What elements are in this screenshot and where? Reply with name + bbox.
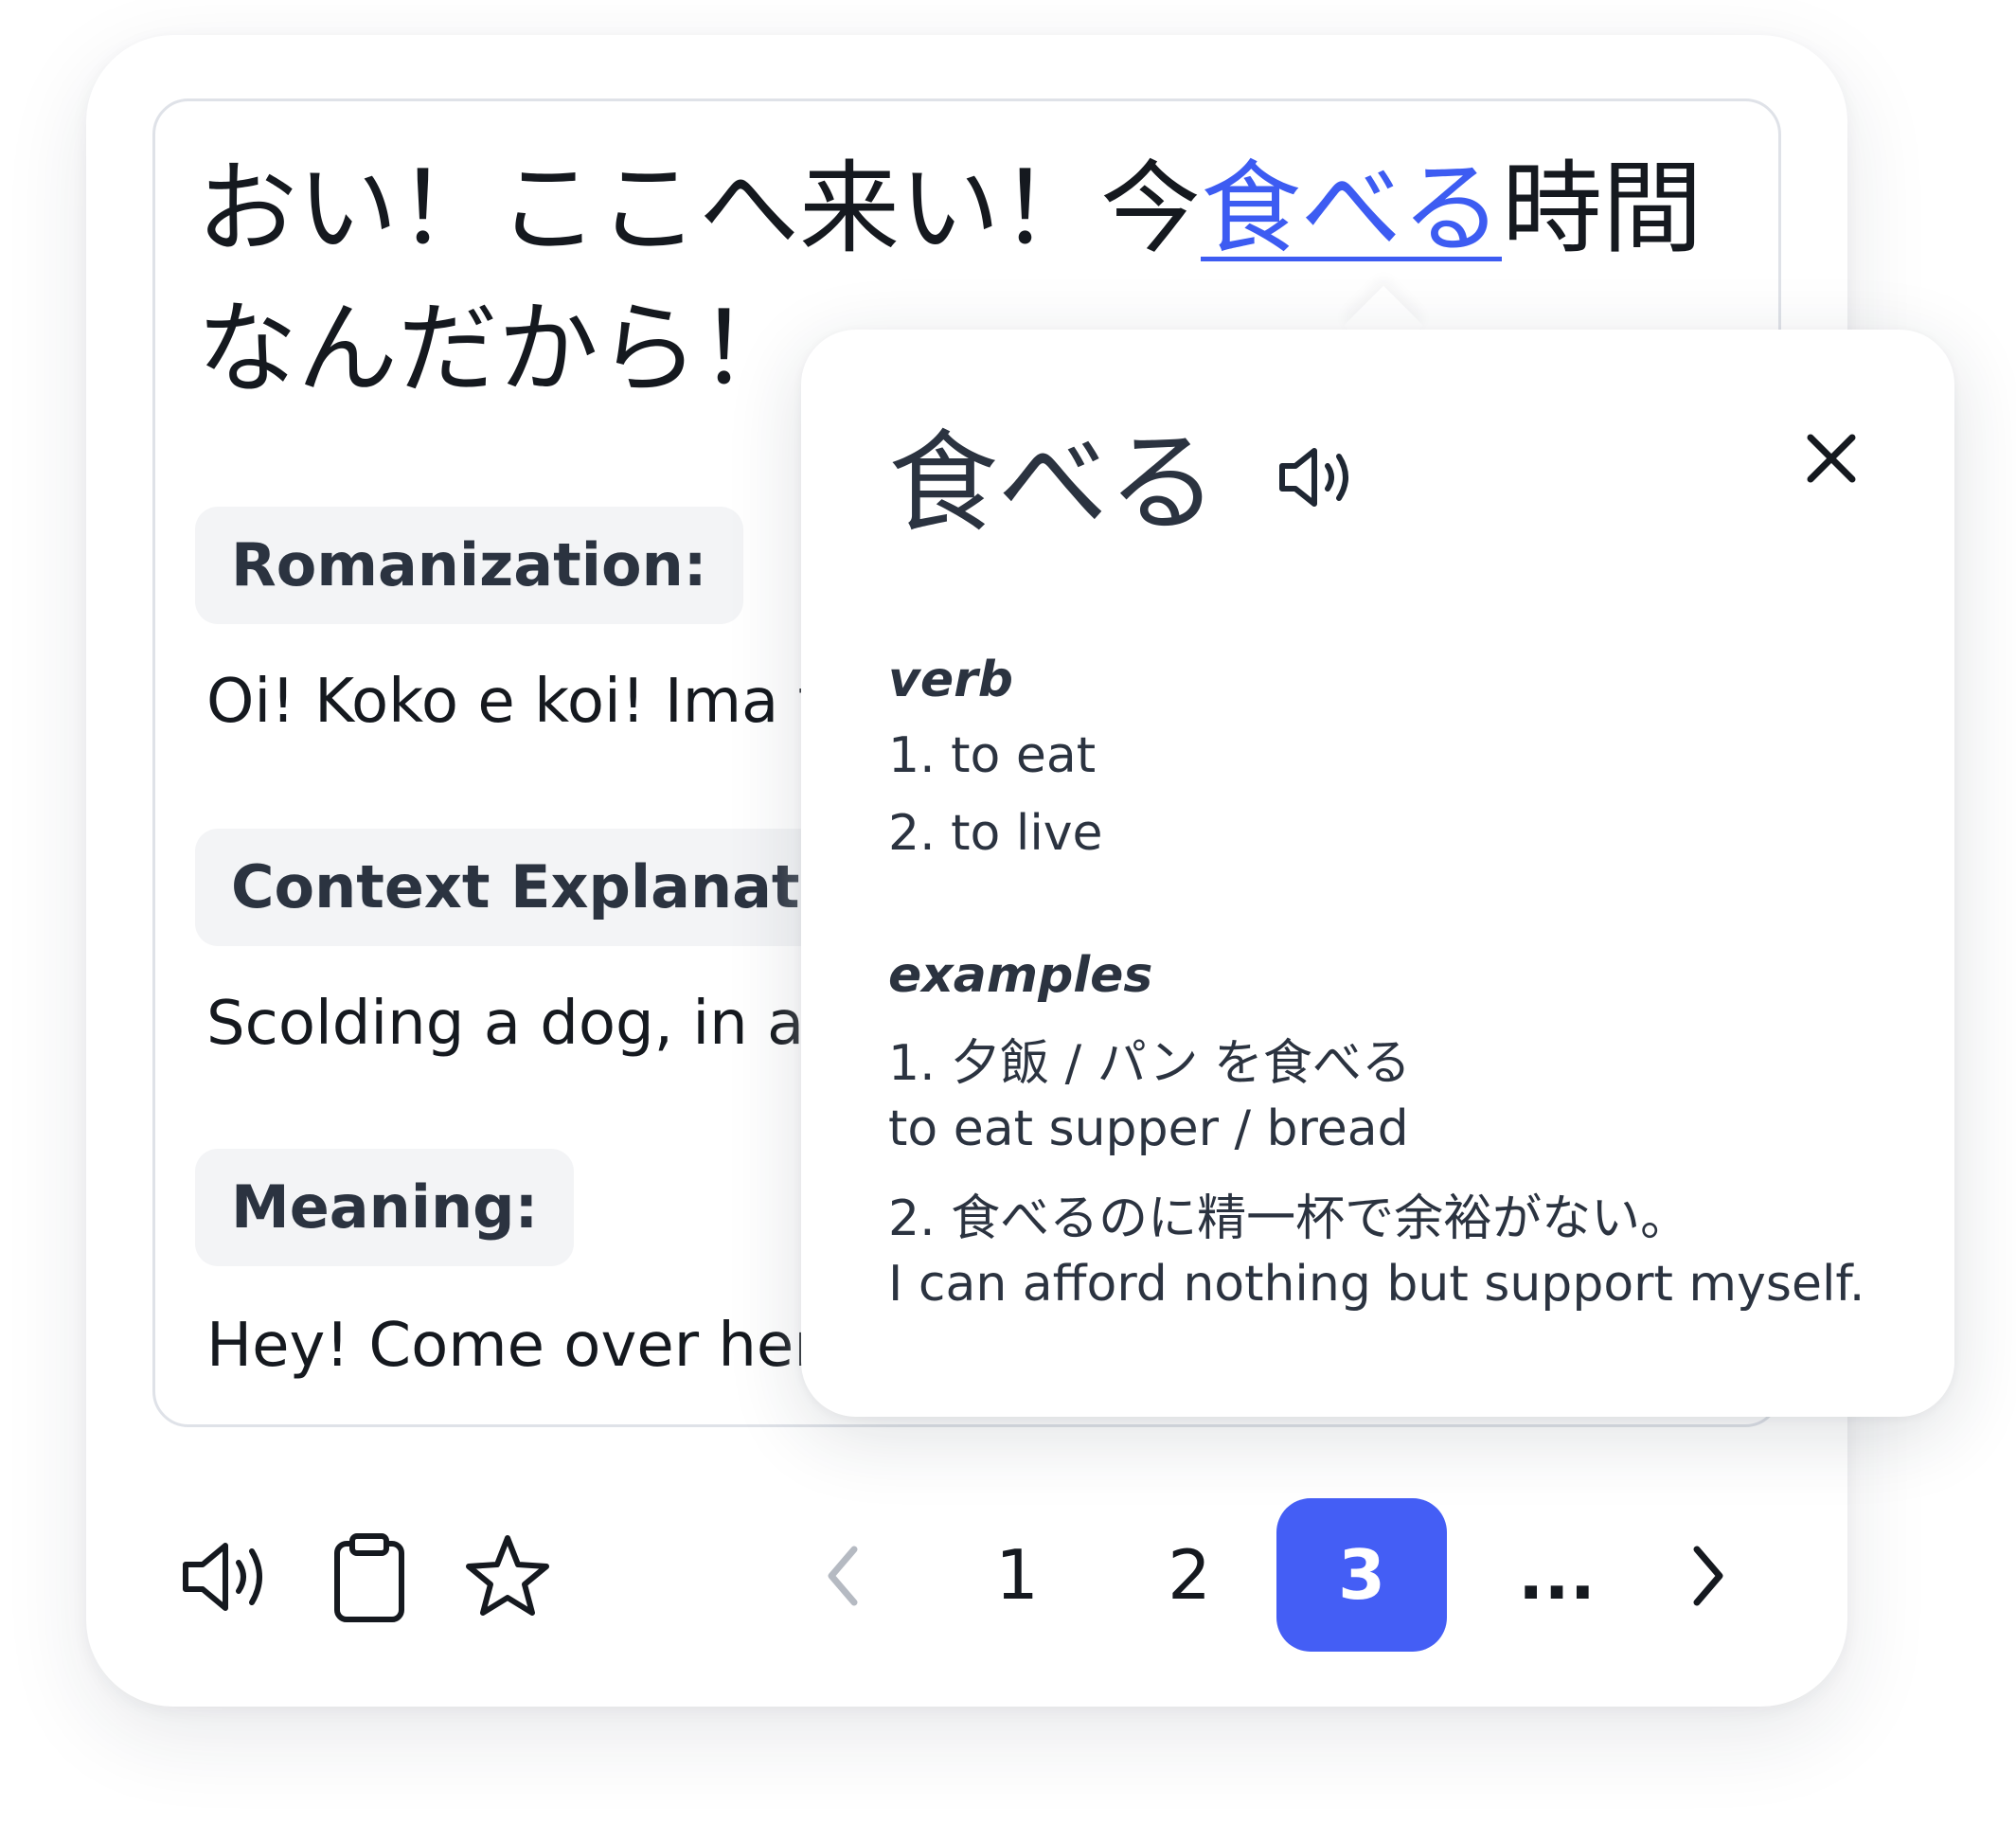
example-line: to eat supper / bread [888,1100,1409,1157]
context-explanation-text: Scolding a dog, in a [206,989,805,1059]
word-definition-popup: 食べる verb 1. to eat 2. to live examples 1… [801,330,1954,1417]
meaning-label: Meaning: [195,1149,575,1266]
part-of-speech-label: verb [888,652,1014,708]
meaning-text: Hey! Come over here [206,1311,855,1381]
popup-word-title: 食べる [888,420,1218,547]
star-icon[interactable] [462,1530,553,1621]
definition-item: 2. to live [888,805,1103,862]
romanization-text: Oi! Koko e koi! Ima ta [206,667,859,737]
sentence-text-before: おい！ここへ来い！今 [197,151,1201,267]
close-icon[interactable] [1795,422,1867,494]
speaker-icon[interactable] [178,1534,273,1619]
speaker-icon[interactable] [1275,439,1360,515]
examples-label: examples [888,947,1153,1004]
definition-item: 1. to eat [888,727,1097,784]
example-line: I can afford nothing but support myself. [888,1256,1865,1313]
page-ellipsis: ... [1517,1535,1597,1615]
example-line: 1. 夕飯 / パン を食べる [888,1035,1411,1092]
example-line: 2. 食べるのに精一杯で余裕がない。 [888,1190,1690,1247]
page-3-button[interactable]: 3 [1276,1498,1447,1652]
chevron-left-icon[interactable] [816,1538,873,1614]
page-1-button[interactable]: 1 [932,1498,1102,1652]
clipboard-icon[interactable] [331,1530,407,1625]
highlighted-word-link[interactable]: 食べる [1201,151,1502,267]
romanization-label: Romanization: [195,507,743,624]
chevron-right-icon[interactable] [1678,1538,1735,1614]
page-2-button[interactable]: 2 [1104,1498,1275,1652]
